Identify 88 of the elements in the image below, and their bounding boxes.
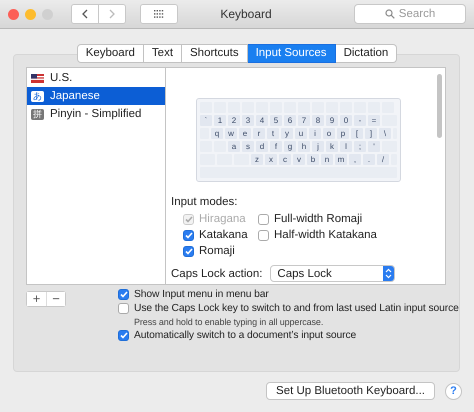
list-edit-button[interactable]: −: [46, 292, 65, 306]
input-mode-checkbox[interactable]: Full-width Romaji: [258, 213, 378, 225]
show-all-button[interactable]: [140, 4, 178, 24]
checkmark-icon: [120, 291, 128, 298]
key: .: [363, 154, 375, 165]
key: `: [200, 115, 212, 126]
key: u: [295, 128, 307, 139]
search-icon: [384, 9, 395, 19]
checkmark-icon: [120, 332, 128, 339]
key: j: [312, 141, 324, 152]
key: 4: [256, 115, 268, 126]
key: 8: [312, 115, 324, 126]
scrollbar[interactable]: [437, 74, 442, 138]
input-source-item[interactable]: U.S.: [27, 69, 165, 87]
tab[interactable]: Dictation: [336, 44, 398, 63]
key: ;: [354, 141, 366, 152]
key: 3: [242, 115, 254, 126]
key: i: [309, 128, 321, 139]
key: 5: [270, 115, 282, 126]
input-mode-checkbox[interactable]: Katakana: [183, 229, 258, 241]
tab[interactable]: Shortcuts: [182, 44, 248, 63]
key: w: [225, 128, 237, 139]
checkmark-icon: [184, 216, 192, 222]
key: \: [379, 128, 391, 139]
key: /: [377, 154, 389, 165]
flag-icon: [31, 74, 44, 82]
key: o: [323, 128, 335, 139]
key: c: [279, 154, 291, 165]
key: a: [228, 141, 240, 152]
key: y: [281, 128, 293, 139]
key: f: [270, 141, 282, 152]
caps-lock-action-label: Caps Lock action:: [171, 268, 262, 280]
key: 2: [228, 115, 240, 126]
key: n: [321, 154, 333, 165]
key: s: [242, 141, 254, 152]
option-note: Press and hold to enable typing in all uppercase.: [134, 317, 324, 327]
key: 9: [326, 115, 338, 126]
key: m: [335, 154, 347, 165]
checkmark-icon: [184, 232, 192, 238]
tab[interactable]: Keyboard: [76, 44, 144, 63]
key: d: [256, 141, 268, 152]
key: 7: [298, 115, 310, 126]
key: b: [307, 154, 319, 165]
key: ]: [365, 128, 377, 139]
input-modes-label: Input modes:: [171, 196, 238, 208]
input-mode-checkbox[interactable]: Half-width Katakana: [258, 229, 378, 241]
key: t: [267, 128, 279, 139]
key: ': [368, 141, 380, 152]
key: 1: [214, 115, 226, 126]
tab[interactable]: Text: [144, 44, 182, 63]
kana-icon: あ: [31, 90, 44, 102]
key: -: [354, 115, 366, 126]
key: v: [293, 154, 305, 165]
hanzi-icon: 拼: [31, 108, 44, 120]
key: =: [368, 115, 380, 126]
key: 6: [284, 115, 296, 126]
grid-icon: [154, 10, 164, 18]
up-down-arrows-icon: [385, 268, 392, 279]
window-title: Keyboard: [219, 7, 273, 21]
key: 0: [340, 115, 352, 126]
chevron-left-icon: [82, 9, 88, 19]
minimize-button[interactable]: [25, 8, 36, 20]
input-source-item[interactable]: 拼 Pinyin - Simplified: [27, 105, 165, 123]
chevron-right-icon: [109, 9, 115, 19]
key: ,: [349, 154, 361, 165]
close-button[interactable]: [8, 8, 19, 20]
back-button[interactable]: [71, 4, 99, 24]
bluetooth-keyboard-button[interactable]: Set Up Bluetooth Keyboard...: [266, 382, 435, 400]
key: r: [253, 128, 265, 139]
key: z: [251, 154, 263, 165]
input-source-item[interactable]: あ Japanese: [27, 87, 165, 105]
key: [: [351, 128, 363, 139]
key: k: [326, 141, 338, 152]
option-checkbox[interactable]: Show Input menu in menu bar: [118, 289, 459, 300]
key: l: [340, 141, 352, 152]
tab[interactable]: Input Sources: [248, 44, 336, 63]
option-checkbox[interactable]: Use the Caps Lock key to switch to and from last used Latin input source: [118, 303, 459, 314]
caps-lock-action-popup[interactable]: Caps Lock: [270, 265, 396, 282]
help-button[interactable]: ?: [445, 382, 462, 400]
key: e: [239, 128, 251, 139]
key: g: [284, 141, 296, 152]
key: h: [298, 141, 310, 152]
input-mode-checkbox[interactable]: Romaji: [183, 245, 258, 257]
checkmark-icon: [184, 248, 192, 254]
option-checkbox[interactable]: Automatically switch to a document’s input source: [118, 330, 459, 341]
key: x: [265, 154, 277, 165]
key: p: [337, 128, 349, 139]
key: q: [211, 128, 223, 139]
